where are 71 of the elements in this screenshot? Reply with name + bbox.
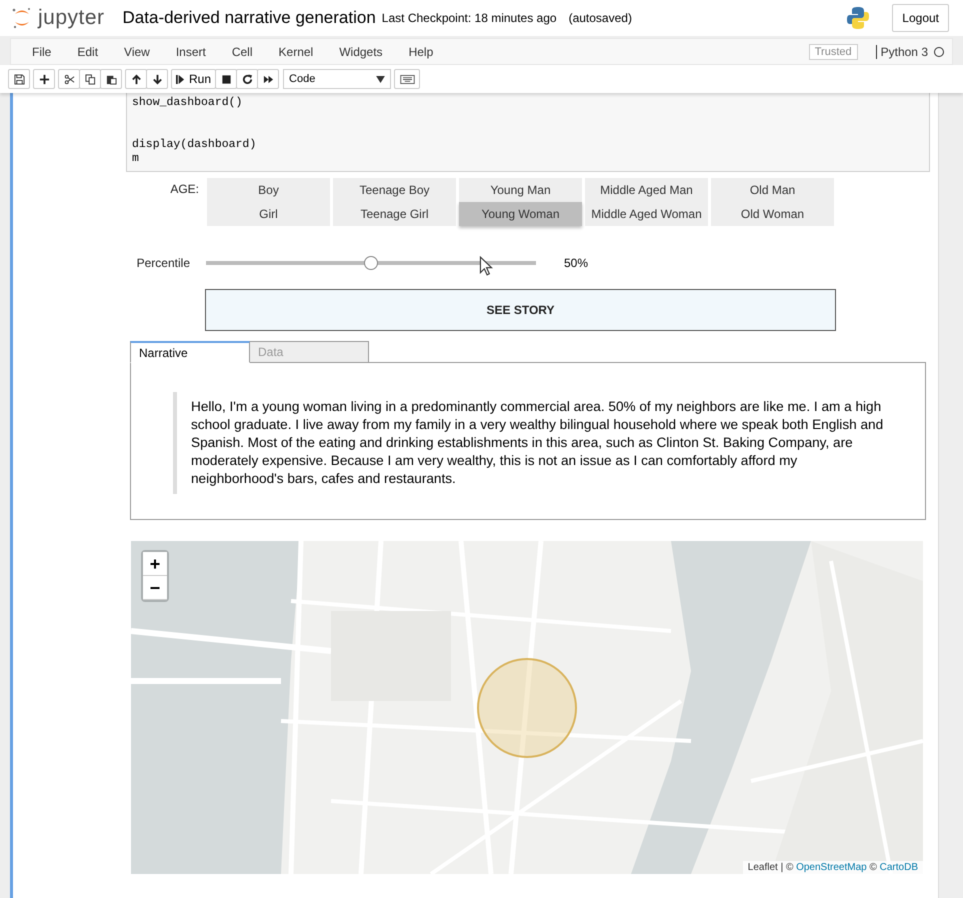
age-toggle-button[interactable]: Girl <box>207 202 330 226</box>
menu-item[interactable]: Widgets <box>326 44 396 58</box>
move-down-button[interactable] <box>146 69 168 89</box>
arrow-down-icon <box>152 74 162 84</box>
slider-thumb[interactable] <box>364 256 378 270</box>
narrative-text: Hello, I'm a young woman living in a predominantly commercial area. 50% of my neighbors are like me. I am a high school graduate. I live away from my family in a very wealthy bilingual household where we speak both English and Spanish. Most of the eating and drinking establishments in this area, such as Clinton St. Baking Company, are moderately expensive. Because I am very wealthy, this is not an issue as I can comfortably afford my neighborhood's bars, cafes and restaurants. <box>173 392 885 494</box>
stop-button[interactable] <box>215 69 238 89</box>
code-line: m <box>132 152 140 166</box>
plus-icon <box>38 74 50 84</box>
keyboard-icon <box>400 74 415 84</box>
move-up-button[interactable] <box>125 69 147 89</box>
fast-forward-icon <box>262 74 274 84</box>
attribution-link[interactable]: CartoDB <box>880 862 918 873</box>
cut-button[interactable] <box>58 69 80 89</box>
save-button[interactable] <box>8 69 30 89</box>
menu-item[interactable]: Kernel <box>266 44 326 58</box>
map-attribution: Leaflet | © OpenStreetMap © CartoDB <box>742 861 923 874</box>
menu-item[interactable]: Cell <box>218 44 266 58</box>
menu-item[interactable]: Insert <box>162 44 219 58</box>
zoom-in-button[interactable]: + <box>143 552 167 576</box>
see-story-button[interactable]: SEE STORY <box>205 289 836 331</box>
scissors-icon <box>64 74 74 84</box>
autosave-status: (autosaved) <box>568 11 632 25</box>
trusted-indicator[interactable]: Trusted <box>808 44 858 60</box>
age-toggle-button[interactable]: Old Man <box>711 178 834 202</box>
age-label: AGE: <box>169 181 200 198</box>
copy-button[interactable] <box>79 69 101 89</box>
code-cell[interactable]: show_dashboard() display(dashboard) m <box>126 93 930 172</box>
age-toggle-button[interactable]: Teenage Boy <box>333 178 456 202</box>
copy-icon <box>84 74 96 84</box>
notebook-title[interactable]: Data-derived narrative generation <box>122 8 376 28</box>
run-button[interactable]: Run <box>171 69 216 89</box>
stop-icon <box>220 74 232 84</box>
code-line: display(dashboard) <box>132 138 258 152</box>
menu-item[interactable]: File <box>19 44 64 58</box>
attribution-link[interactable]: OpenStreetMap <box>796 862 867 873</box>
kernel-status-icon <box>934 46 944 56</box>
tab[interactable]: Narrative <box>130 341 250 363</box>
step-icon <box>176 74 185 84</box>
insert-cell-button[interactable] <box>33 69 55 89</box>
age-toggle-button[interactable]: Young Woman <box>459 202 582 226</box>
fast-forward-button[interactable] <box>257 69 280 89</box>
age-toggle-button[interactable]: Old Woman <box>711 202 834 226</box>
cell-type-dropdown[interactable]: Code <box>283 69 392 89</box>
keyboard-button[interactable] <box>394 69 420 89</box>
age-toggle-button[interactable]: Teenage Girl <box>333 202 456 226</box>
age-toggle-button[interactable]: Boy <box>207 178 330 202</box>
clipboard-icon <box>106 74 116 84</box>
menu-item[interactable]: View <box>111 44 163 58</box>
code-line: show_dashboard() <box>132 96 244 110</box>
restart-button[interactable] <box>236 69 258 89</box>
zoom-out-button[interactable]: − <box>143 576 167 600</box>
jupyter-logo-icon <box>12 6 32 30</box>
percentile-value: 50% <box>564 256 588 270</box>
jupyter-logo-text[interactable]: jupyter <box>38 6 105 30</box>
menu-item[interactable]: Edit <box>64 44 112 58</box>
menu-item[interactable]: Help <box>396 44 446 58</box>
age-toggle-button[interactable]: Middle Aged Woman <box>585 202 708 226</box>
paste-button[interactable] <box>100 69 122 89</box>
mouse-cursor-icon <box>479 256 493 276</box>
checkpoint-text: Last Checkpoint: 18 minutes ago <box>382 11 557 25</box>
percentile-label: Percentile <box>136 256 191 270</box>
caret-icon <box>376 76 386 82</box>
age-toggle-button[interactable]: Young Man <box>459 178 582 202</box>
restart-icon <box>242 74 253 84</box>
python-logo-icon <box>846 6 870 30</box>
logout-button[interactable]: Logout <box>892 4 949 32</box>
kernel-name[interactable]: Python 3 <box>876 44 928 58</box>
age-toggle-button[interactable]: Middle Aged Man <box>585 178 708 202</box>
arrow-up-icon <box>130 74 142 84</box>
save-icon <box>14 74 24 84</box>
